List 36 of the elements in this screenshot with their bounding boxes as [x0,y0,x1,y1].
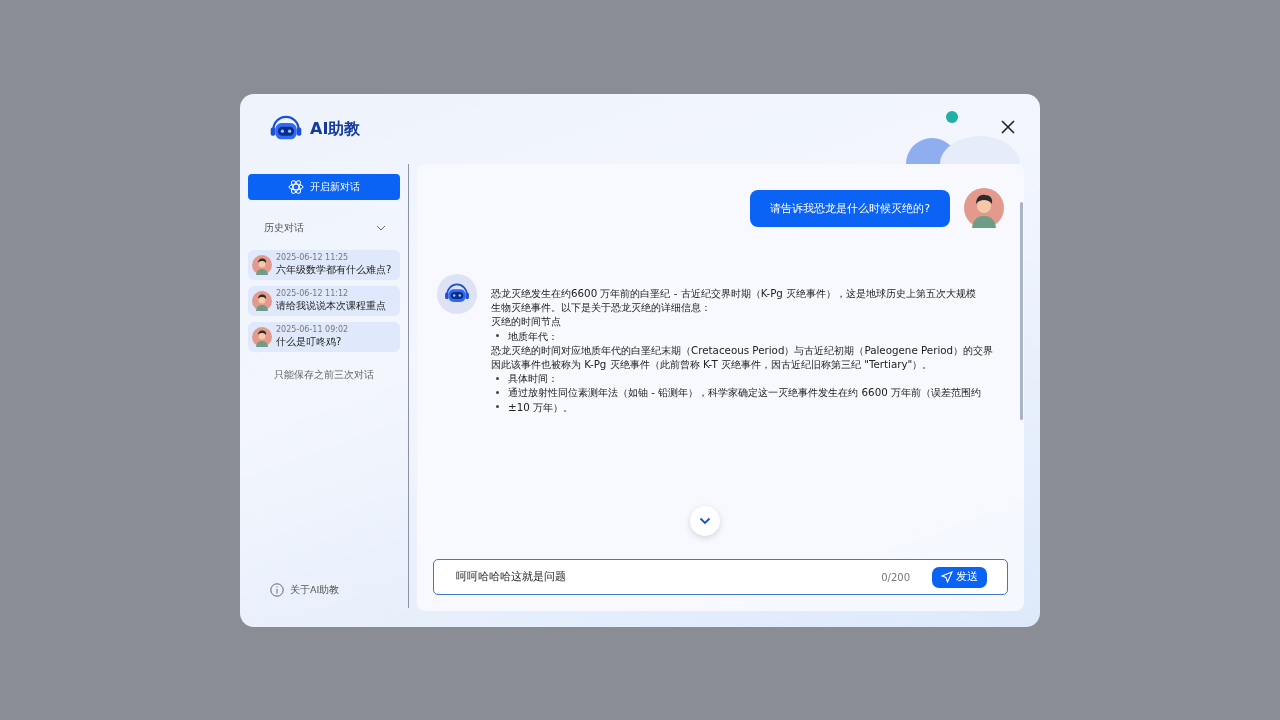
conversation-item[interactable]: 2025-06-12 11:12 请给我说说本次课程重点 [248,286,400,316]
avatar-figure [252,291,272,311]
bullet-icon [496,391,499,394]
message-text: 具体时间： [508,371,558,386]
bullet-icon [496,334,499,338]
message-text: ±10 万年）。 [508,399,573,414]
conversation-item[interactable]: 2025-06-12 11:25 六年级数学都有什么难点? [248,250,400,280]
message-input[interactable]: 呵呵哈哈哈这就是问题 0/200 发送 [433,559,1008,595]
chevron-icon [376,225,386,231]
message-text: 通过放射性同位素测年法（如铀 - 铅测年），科学家确定这一灭绝事件发生在约 6600 万年前（误差范围约 [508,385,981,400]
avatar-figure [252,255,272,275]
send-icon [941,571,953,583]
conversation-item[interactable]: 2025-06-11 09:02 什么是叮咚鸡? [248,322,400,352]
send-button[interactable]: 发送 [932,566,987,588]
avatar-figure [964,188,1004,228]
avatar-figure [252,327,272,347]
about-link[interactable]: 关于AI助教 [248,582,400,598]
message-text: 地质年代： [508,328,558,343]
message-text: 恐龙灭绝的时间对应地质年代的白垩纪末期（Cretaceous Period）与古近纪初期（Paleogene Period）的交界 [491,342,994,357]
history-toggle[interactable]: 历史对话 [248,218,400,238]
bullet-icon [496,376,499,380]
scroll-down-button[interactable] [690,506,720,536]
new-chat-button[interactable]: 开启新对话 [248,174,400,200]
message-text: 恐龙灭绝发生在约6600 万年前的白垩纪 - 古近纪交界时期（K-Pg 灭绝事件），这是地球历史上第五次大规模 [491,286,977,301]
char-counter: 0/200 [881,571,910,583]
app-title: AI助教 [310,118,361,140]
message-text: 生物灭绝事件。以下是关于恐龙灭绝的详细信息： [491,300,711,315]
history-note: 只能保存之前三次对话 [273,368,375,382]
atom-icon [288,179,304,195]
bullet-icon [496,405,499,409]
scrollbar[interactable] [1020,202,1023,420]
user-message: 请告诉我恐龙是什么时候灭绝的? [750,189,950,227]
message-text: 因此该事件也被称为 K-Pg 灭绝事件（此前曾称 K-T 灭绝事件，因古近纪旧称第三纪 "Tertiary"）。 [491,357,933,372]
info-icon [270,583,284,597]
chevron-down-icon [699,517,711,525]
message-text: 灭绝的时间节点 [491,314,561,329]
